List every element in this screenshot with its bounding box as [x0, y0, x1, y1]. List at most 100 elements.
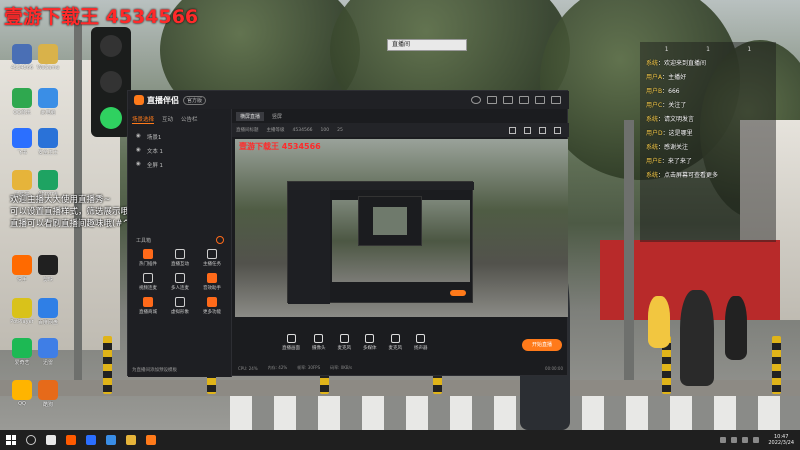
desktop-icon-label: WeGame: [36, 65, 60, 71]
desktop-icon[interactable]: 此电脑: [34, 88, 62, 116]
desktop-icon[interactable]: QQ: [8, 380, 36, 407]
chat-text: 关注了: [668, 102, 687, 109]
start-button[interactable]: [6, 435, 16, 445]
toolbar-button[interactable]: 直播画面: [282, 333, 300, 351]
live-preview[interactable]: 壹游下载王 4534566: [235, 139, 568, 317]
tool-button[interactable]: 热门插件: [132, 249, 164, 267]
close-icon[interactable]: [551, 96, 561, 104]
desktop-icon[interactable]: 飞书: [8, 128, 36, 156]
toolbar-button[interactable]: 扬声器: [414, 333, 428, 351]
eye-icon[interactable]: ◉: [136, 147, 141, 155]
taskbar-app-icon[interactable]: [66, 435, 76, 445]
bottom-toolbar: 直播画面 摄像头 麦克风 多媒体 麦克风 扬声器: [232, 327, 569, 357]
tool-button[interactable]: 音效助手: [196, 273, 228, 291]
left-footer[interactable]: 为直播间添加预设模板: [132, 367, 177, 373]
scene-item[interactable]: ◉ 场景1: [128, 130, 231, 144]
taskbar-apps: [36, 435, 156, 445]
desktop-icon[interactable]: Chrome: [34, 170, 62, 197]
settings-icon[interactable]: [487, 96, 497, 104]
desktop-icon[interactable]: 百度网盘: [34, 298, 62, 326]
clock-date: 2022/3/24: [768, 440, 794, 446]
clock[interactable]: 10:47 2022/3/24: [768, 434, 794, 446]
tool-button[interactable]: 直播互动: [164, 249, 196, 267]
desktop-icon[interactable]: 剪映: [34, 255, 62, 283]
share-icon[interactable]: [554, 126, 561, 134]
desktop-icon[interactable]: WeGame: [34, 44, 62, 71]
taskbar-app-icon[interactable]: [146, 435, 156, 445]
toolbar-button[interactable]: 麦克风: [389, 333, 402, 351]
fullscreen-icon[interactable]: [539, 126, 546, 134]
toolbox-close-icon[interactable]: [216, 236, 224, 244]
tab-notice[interactable]: 公告栏: [181, 115, 198, 124]
desktop-icon[interactable]: 酷狗: [34, 380, 62, 408]
toolbar-button[interactable]: 多媒体: [363, 333, 377, 351]
tool-label: 直播互动: [171, 262, 189, 267]
nested-app-window: [287, 181, 474, 304]
desktop-icon[interactable]: 4534566: [8, 44, 36, 71]
toolbar-button[interactable]: 麦克风: [337, 333, 352, 351]
chevron-up-icon[interactable]: [720, 437, 727, 443]
eye-icon[interactable]: ◉: [136, 161, 141, 169]
desktop-icon[interactable]: 安全卫士: [34, 128, 62, 156]
app-icon: [12, 128, 32, 148]
menu-icon[interactable]: [503, 96, 513, 104]
floating-label[interactable]: 直播间: [387, 39, 467, 51]
tool-button[interactable]: 主播任务: [196, 249, 228, 267]
tool-button[interactable]: 视频连麦: [132, 273, 164, 291]
desktop-icon-label: 4534566: [10, 65, 34, 71]
tool-button[interactable]: 多人连麦: [164, 273, 196, 291]
search-icon[interactable]: [26, 435, 36, 445]
tool-button[interactable]: 虚拟形象: [164, 297, 196, 315]
tool-button[interactable]: 更多功能: [196, 297, 228, 315]
layers-icon[interactable]: [524, 126, 531, 134]
app-icon: [12, 44, 32, 64]
scene-item[interactable]: ◉ 文本 1: [128, 144, 231, 158]
tab-interact[interactable]: 互动: [162, 115, 173, 124]
toolbar-label: 麦克风: [337, 345, 352, 351]
avatar-icon[interactable]: [471, 96, 481, 104]
ime-icon[interactable]: [753, 437, 760, 443]
taskbar-app-icon[interactable]: [46, 435, 56, 445]
taskbar-app-icon[interactable]: [106, 435, 116, 445]
taskbar-app-icon[interactable]: [86, 435, 96, 445]
app-logo: 直播伴侣 官方版: [134, 95, 207, 106]
preview-overlay-text: 壹游下载王 4534566: [239, 142, 321, 151]
host-level: 主播等级: [266, 128, 285, 133]
tool-label: 视频连麦: [139, 286, 157, 291]
desktop-icon[interactable]: 快手: [8, 255, 36, 283]
toolbar-label: 多媒体: [363, 345, 377, 351]
chat-message: 系统：感谢关注: [646, 144, 689, 151]
left-tabs: 场景选择 互动 公告栏: [128, 109, 231, 130]
chat-text: 感谢关注: [664, 144, 689, 151]
tool-button[interactable]: 直播商城: [132, 297, 164, 315]
app-icon: [12, 338, 32, 358]
desktop-icon[interactable]: QQ音乐: [8, 88, 36, 116]
start-live-button[interactable]: 开始直播: [522, 339, 562, 351]
logo-icon: [134, 95, 144, 105]
app-icon: [38, 338, 58, 358]
live-companion-window: 直播伴侣 官方版 场景选择 互动 公告栏 ◉ 场景1 ◉ 文本 1 ◉ 全屏 1 工具箱 …: [127, 90, 569, 377]
minimize-icon[interactable]: [519, 96, 529, 104]
tab-scenes[interactable]: 场景选择: [132, 115, 155, 124]
scene-item[interactable]: ◉ 全屏 1: [128, 158, 231, 172]
tool-label: 热门插件: [139, 262, 157, 267]
chat-user: 用户D: [646, 130, 663, 137]
tab-portrait[interactable]: 竖屏: [272, 113, 282, 120]
eye-icon[interactable]: ◉: [136, 133, 141, 141]
desktop-icon[interactable]: PotPlayer: [8, 298, 36, 325]
chat-panel: 1 1 1 系统：欢迎来到直播间 用户A：主播好 用户B：666 用户C：关注了 系统：…: [640, 42, 776, 242]
edition-badge: 官方版: [183, 95, 207, 105]
volume-icon[interactable]: [742, 437, 749, 443]
taskbar-app-icon[interactable]: [126, 435, 136, 445]
app-icon: [38, 128, 58, 148]
desktop-icon[interactable]: 爱奇艺: [8, 338, 36, 366]
tab-landscape[interactable]: 横屏直播: [236, 111, 265, 121]
toolbar-button[interactable]: 摄像头: [312, 333, 326, 351]
maximize-icon[interactable]: [535, 96, 545, 104]
network-icon[interactable]: [731, 437, 738, 443]
toolbar-icon: [365, 333, 375, 343]
trash-icon[interactable]: [509, 126, 516, 134]
desktop-icon[interactable]: 迅雷: [34, 338, 62, 366]
desktop-icon-label: 迅雷: [42, 360, 53, 366]
chat-message: 系统：欢迎来到直播间: [646, 60, 707, 67]
